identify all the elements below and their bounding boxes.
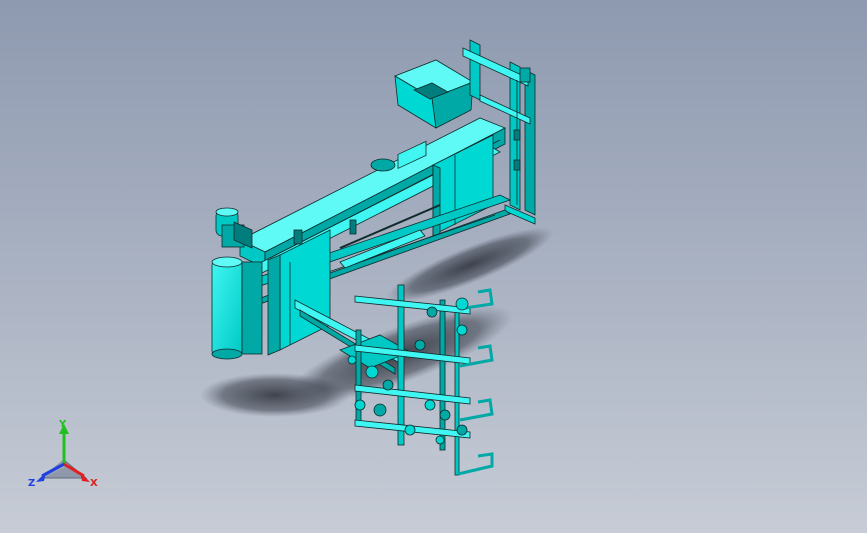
- 3d-viewport[interactable]: [0, 0, 867, 533]
- hopper-box[interactable]: [394, 59, 474, 129]
- axis-triad: Y X Z: [28, 419, 98, 489]
- motor-assembly[interactable]: [211, 207, 263, 360]
- z-axis-label: Z: [28, 478, 35, 489]
- x-axis-arrow: [80, 472, 90, 482]
- x-axis-label: X: [90, 478, 98, 489]
- y-axis-label: Y: [58, 419, 67, 430]
- z-axis-arrow: [36, 472, 46, 482]
